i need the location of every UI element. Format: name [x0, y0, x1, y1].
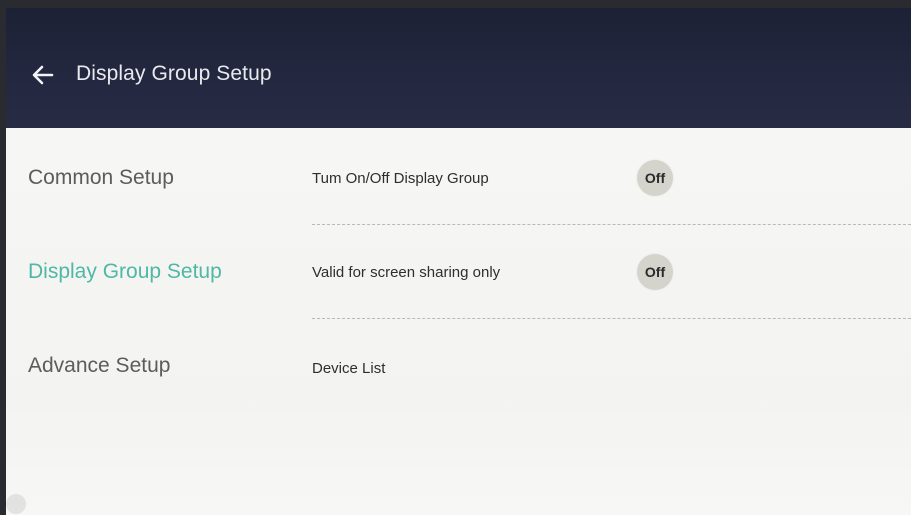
- setting-label-screen-sharing-only: Valid for screen sharing only: [312, 264, 501, 281]
- settings-content: Common Setup Display Group Setup Advance…: [6, 128, 911, 515]
- display-group-toggle[interactable]: Off: [637, 160, 673, 196]
- arrow-left-icon[interactable]: [30, 62, 56, 88]
- sidebar-item-advance-setup[interactable]: Advance Setup: [28, 354, 170, 378]
- settings-screen: Display Group Setup Common Setup Display…: [6, 8, 911, 515]
- sidebar-item-common-setup[interactable]: Common Setup: [28, 166, 174, 190]
- header-bar: Display Group Setup: [6, 8, 911, 128]
- corner-indicator: [6, 494, 26, 514]
- row-divider: [312, 318, 911, 319]
- row-divider: [312, 224, 911, 225]
- page-title: Display Group Setup: [76, 62, 272, 85]
- device-list-item[interactable]: Device List: [312, 360, 385, 377]
- setting-label-turn-on-off-display-group: Tum On/Off Display Group: [312, 170, 489, 187]
- screen-sharing-only-toggle[interactable]: Off: [637, 254, 673, 290]
- sidebar-item-display-group-setup[interactable]: Display Group Setup: [28, 260, 222, 284]
